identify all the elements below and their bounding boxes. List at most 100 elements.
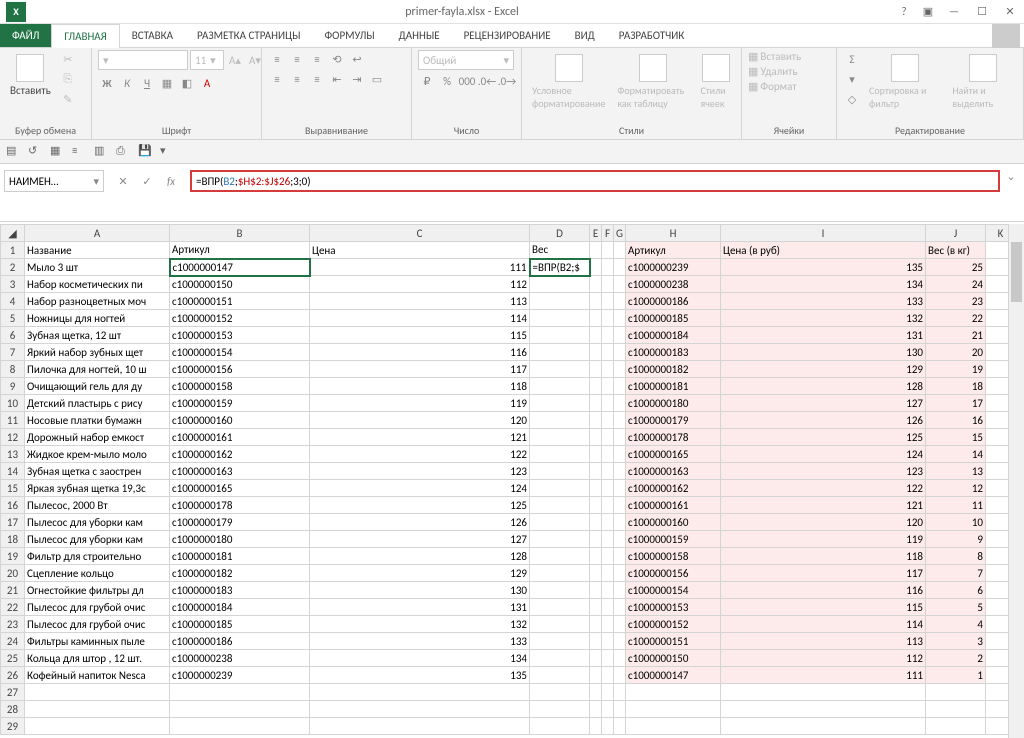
cell[interactable]: Артикул: [626, 242, 721, 259]
cell[interactable]: [614, 395, 626, 412]
cell[interactable]: [614, 327, 626, 344]
cell[interactable]: Вес (в кг): [926, 242, 986, 259]
cell[interactable]: 12: [926, 480, 986, 497]
cell[interactable]: [614, 310, 626, 327]
cell[interactable]: 125: [310, 497, 530, 514]
cell[interactable]: c1000000162: [626, 480, 721, 497]
cell[interactable]: [602, 548, 614, 565]
qat-icon[interactable]: ≡: [72, 144, 88, 160]
cell[interactable]: Яркая зубная щетка 19,3с: [25, 480, 170, 497]
cell[interactable]: [602, 480, 614, 497]
cell[interactable]: [614, 650, 626, 667]
cell[interactable]: Фильтр для строительно: [25, 548, 170, 565]
cell[interactable]: [626, 684, 721, 701]
cell[interactable]: [590, 531, 602, 548]
cell[interactable]: 124: [721, 446, 926, 463]
cell[interactable]: c1000000156: [626, 565, 721, 582]
cell[interactable]: 17: [926, 395, 986, 412]
cell[interactable]: [614, 463, 626, 480]
clear-icon[interactable]: ◇: [843, 90, 861, 108]
cell[interactable]: c1000000178: [170, 497, 310, 514]
cell[interactable]: [602, 412, 614, 429]
cell[interactable]: 1: [926, 667, 986, 684]
cell[interactable]: c1000000179: [170, 514, 310, 531]
cell[interactable]: 111: [310, 259, 530, 276]
cell[interactable]: 135: [310, 667, 530, 684]
cell[interactable]: [530, 548, 590, 565]
cells-format-button[interactable]: ▦Формат: [748, 80, 797, 93]
cell[interactable]: 120: [310, 412, 530, 429]
row-header[interactable]: 4: [1, 293, 25, 310]
cell[interactable]: [926, 701, 986, 718]
row-header[interactable]: 28: [1, 701, 25, 718]
vertical-scrollbar[interactable]: [1008, 224, 1024, 738]
cell[interactable]: [614, 514, 626, 531]
cell[interactable]: c1000000151: [626, 633, 721, 650]
cell[interactable]: [590, 548, 602, 565]
cell[interactable]: [721, 684, 926, 701]
cell[interactable]: c1000000151: [170, 293, 310, 310]
orientation-icon[interactable]: ⟲: [328, 50, 346, 68]
cell[interactable]: c1000000185: [626, 310, 721, 327]
cell[interactable]: [530, 718, 590, 735]
cell[interactable]: 119: [721, 531, 926, 548]
tab-layout[interactable]: РАЗМЕТКА СТРАНИЦЫ: [185, 24, 313, 47]
cell[interactable]: c1000000158: [170, 378, 310, 395]
decrease-decimal-icon[interactable]: .0→: [498, 72, 516, 90]
cell[interactable]: 15: [926, 429, 986, 446]
cell[interactable]: [310, 701, 530, 718]
underline-icon[interactable]: Ч: [138, 74, 156, 92]
cell[interactable]: [614, 684, 626, 701]
cell[interactable]: 129: [721, 361, 926, 378]
cell[interactable]: [614, 633, 626, 650]
align-center-icon[interactable]: ≡: [288, 70, 306, 88]
cell[interactable]: Кольца для штор , 12 шт.: [25, 650, 170, 667]
row-header[interactable]: 2: [1, 259, 25, 276]
row-header[interactable]: 7: [1, 344, 25, 361]
cell[interactable]: [602, 446, 614, 463]
cell[interactable]: [614, 480, 626, 497]
cell[interactable]: 123: [721, 463, 926, 480]
cell[interactable]: 132: [310, 616, 530, 633]
cell[interactable]: [602, 514, 614, 531]
tab-view[interactable]: ВИД: [563, 24, 607, 47]
cell[interactable]: [590, 378, 602, 395]
cell[interactable]: [590, 701, 602, 718]
cell[interactable]: [590, 616, 602, 633]
cell[interactable]: [614, 667, 626, 684]
cell[interactable]: 118: [721, 548, 926, 565]
tab-data[interactable]: ДАННЫЕ: [387, 24, 452, 47]
cell[interactable]: [590, 327, 602, 344]
cell[interactable]: [590, 276, 602, 293]
cell[interactable]: 6: [926, 582, 986, 599]
cell[interactable]: c1000000161: [626, 497, 721, 514]
cell[interactable]: [170, 718, 310, 735]
cell-styles-button[interactable]: Стили ячеек: [696, 50, 735, 114]
cell[interactable]: c1000000156: [170, 361, 310, 378]
cell[interactable]: 111: [721, 667, 926, 684]
cell[interactable]: [530, 514, 590, 531]
cell[interactable]: c1000000184: [170, 599, 310, 616]
cell[interactable]: Сцепление кольцо: [25, 565, 170, 582]
cell[interactable]: [614, 378, 626, 395]
cell[interactable]: [530, 395, 590, 412]
fill-color-icon[interactable]: ◧: [178, 74, 196, 92]
cell[interactable]: [926, 684, 986, 701]
row-header[interactable]: 26: [1, 667, 25, 684]
percent-icon[interactable]: %: [438, 72, 456, 90]
cell[interactable]: [614, 276, 626, 293]
cell[interactable]: c1000000239: [626, 259, 721, 276]
cell[interactable]: [602, 531, 614, 548]
cell[interactable]: [530, 701, 590, 718]
cell[interactable]: [602, 395, 614, 412]
cell[interactable]: 130: [721, 344, 926, 361]
cell[interactable]: [530, 429, 590, 446]
cancel-formula-icon[interactable]: ✕: [114, 175, 132, 188]
cell[interactable]: 13: [926, 463, 986, 480]
row-header[interactable]: 22: [1, 599, 25, 616]
cell[interactable]: 11: [926, 497, 986, 514]
cell[interactable]: c1000000150: [170, 276, 310, 293]
tab-developer[interactable]: РАЗРАБОТЧИК: [607, 24, 697, 47]
cell[interactable]: c1000000238: [170, 650, 310, 667]
number-format-select[interactable]: Общий▾: [418, 50, 514, 70]
